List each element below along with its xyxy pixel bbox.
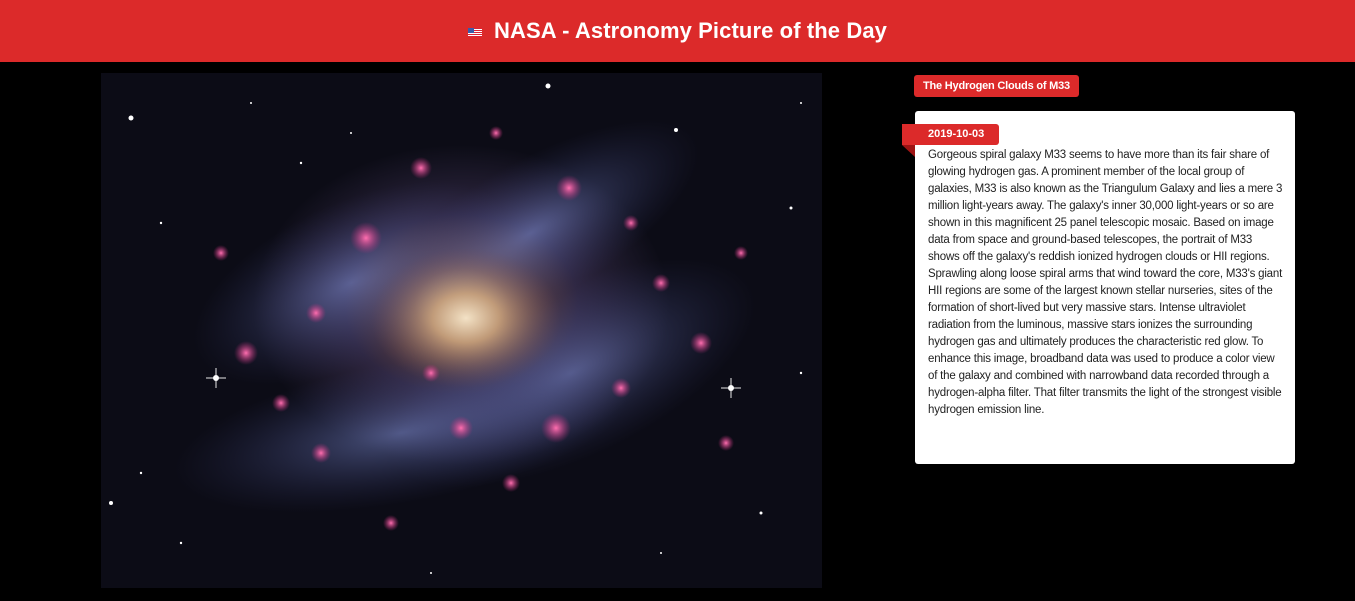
- date-ribbon: 2019-10-03: [902, 124, 999, 145]
- app-header: NASA - Astronomy Picture of the Day: [0, 0, 1355, 62]
- us-flag-icon: [467, 27, 482, 37]
- galaxy-illustration: [109, 83, 803, 574]
- page-title: NASA - Astronomy Picture of the Day: [493, 18, 888, 43]
- date-ribbon-fold: [902, 145, 915, 157]
- explanation-text: Gorgeous spiral galaxy M33 seems to have…: [928, 149, 1283, 416]
- apod-title-badge: The Hydrogen Clouds of M33: [914, 75, 1079, 97]
- apod-image[interactable]: [101, 73, 822, 588]
